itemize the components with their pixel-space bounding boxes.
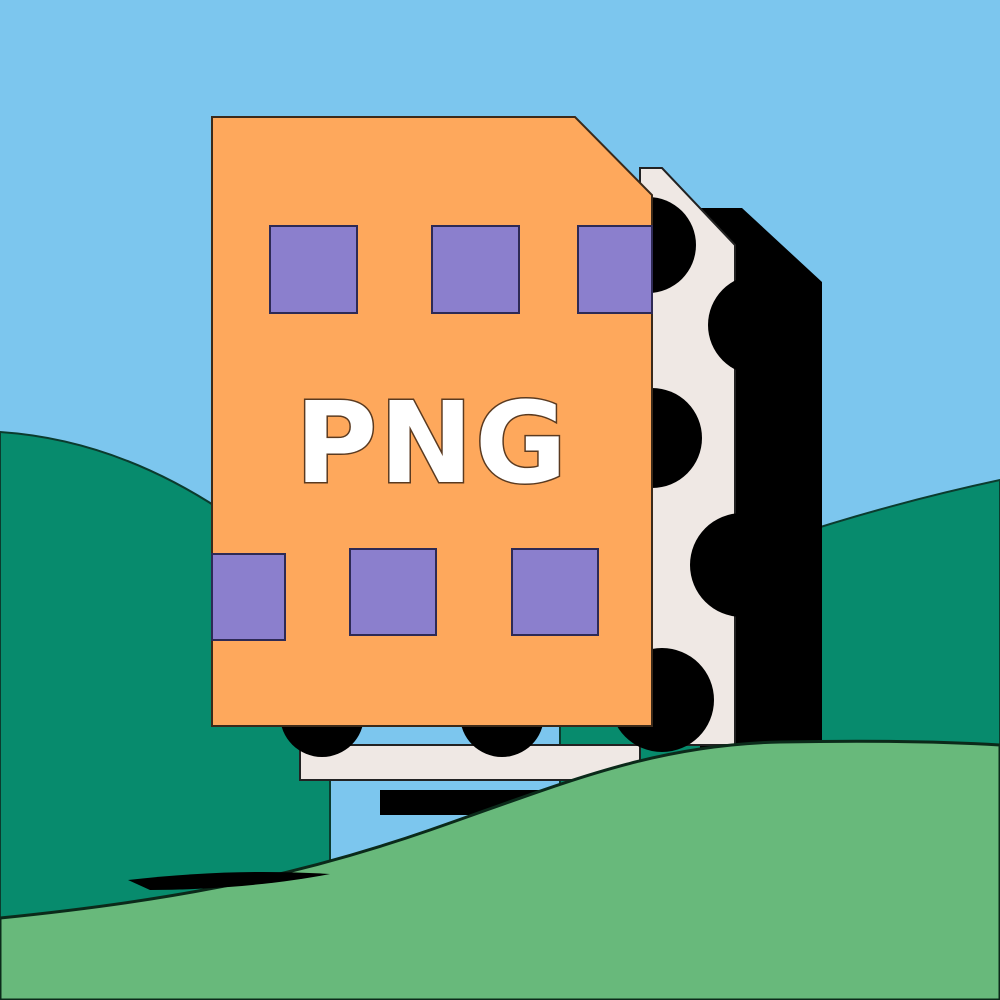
illustration-canvas: PNG — [0, 0, 1000, 1000]
png-file-illustration: PNG — [0, 0, 1000, 1000]
file-squares-bottom-row — [211, 548, 599, 641]
file-square — [269, 225, 358, 314]
file-type-label: PNG — [295, 379, 569, 509]
file-square — [511, 548, 599, 636]
file-square — [431, 225, 520, 314]
file-square — [577, 225, 653, 314]
file-square — [211, 553, 286, 641]
file-square — [349, 548, 437, 636]
file-squares-top-row — [269, 225, 653, 314]
